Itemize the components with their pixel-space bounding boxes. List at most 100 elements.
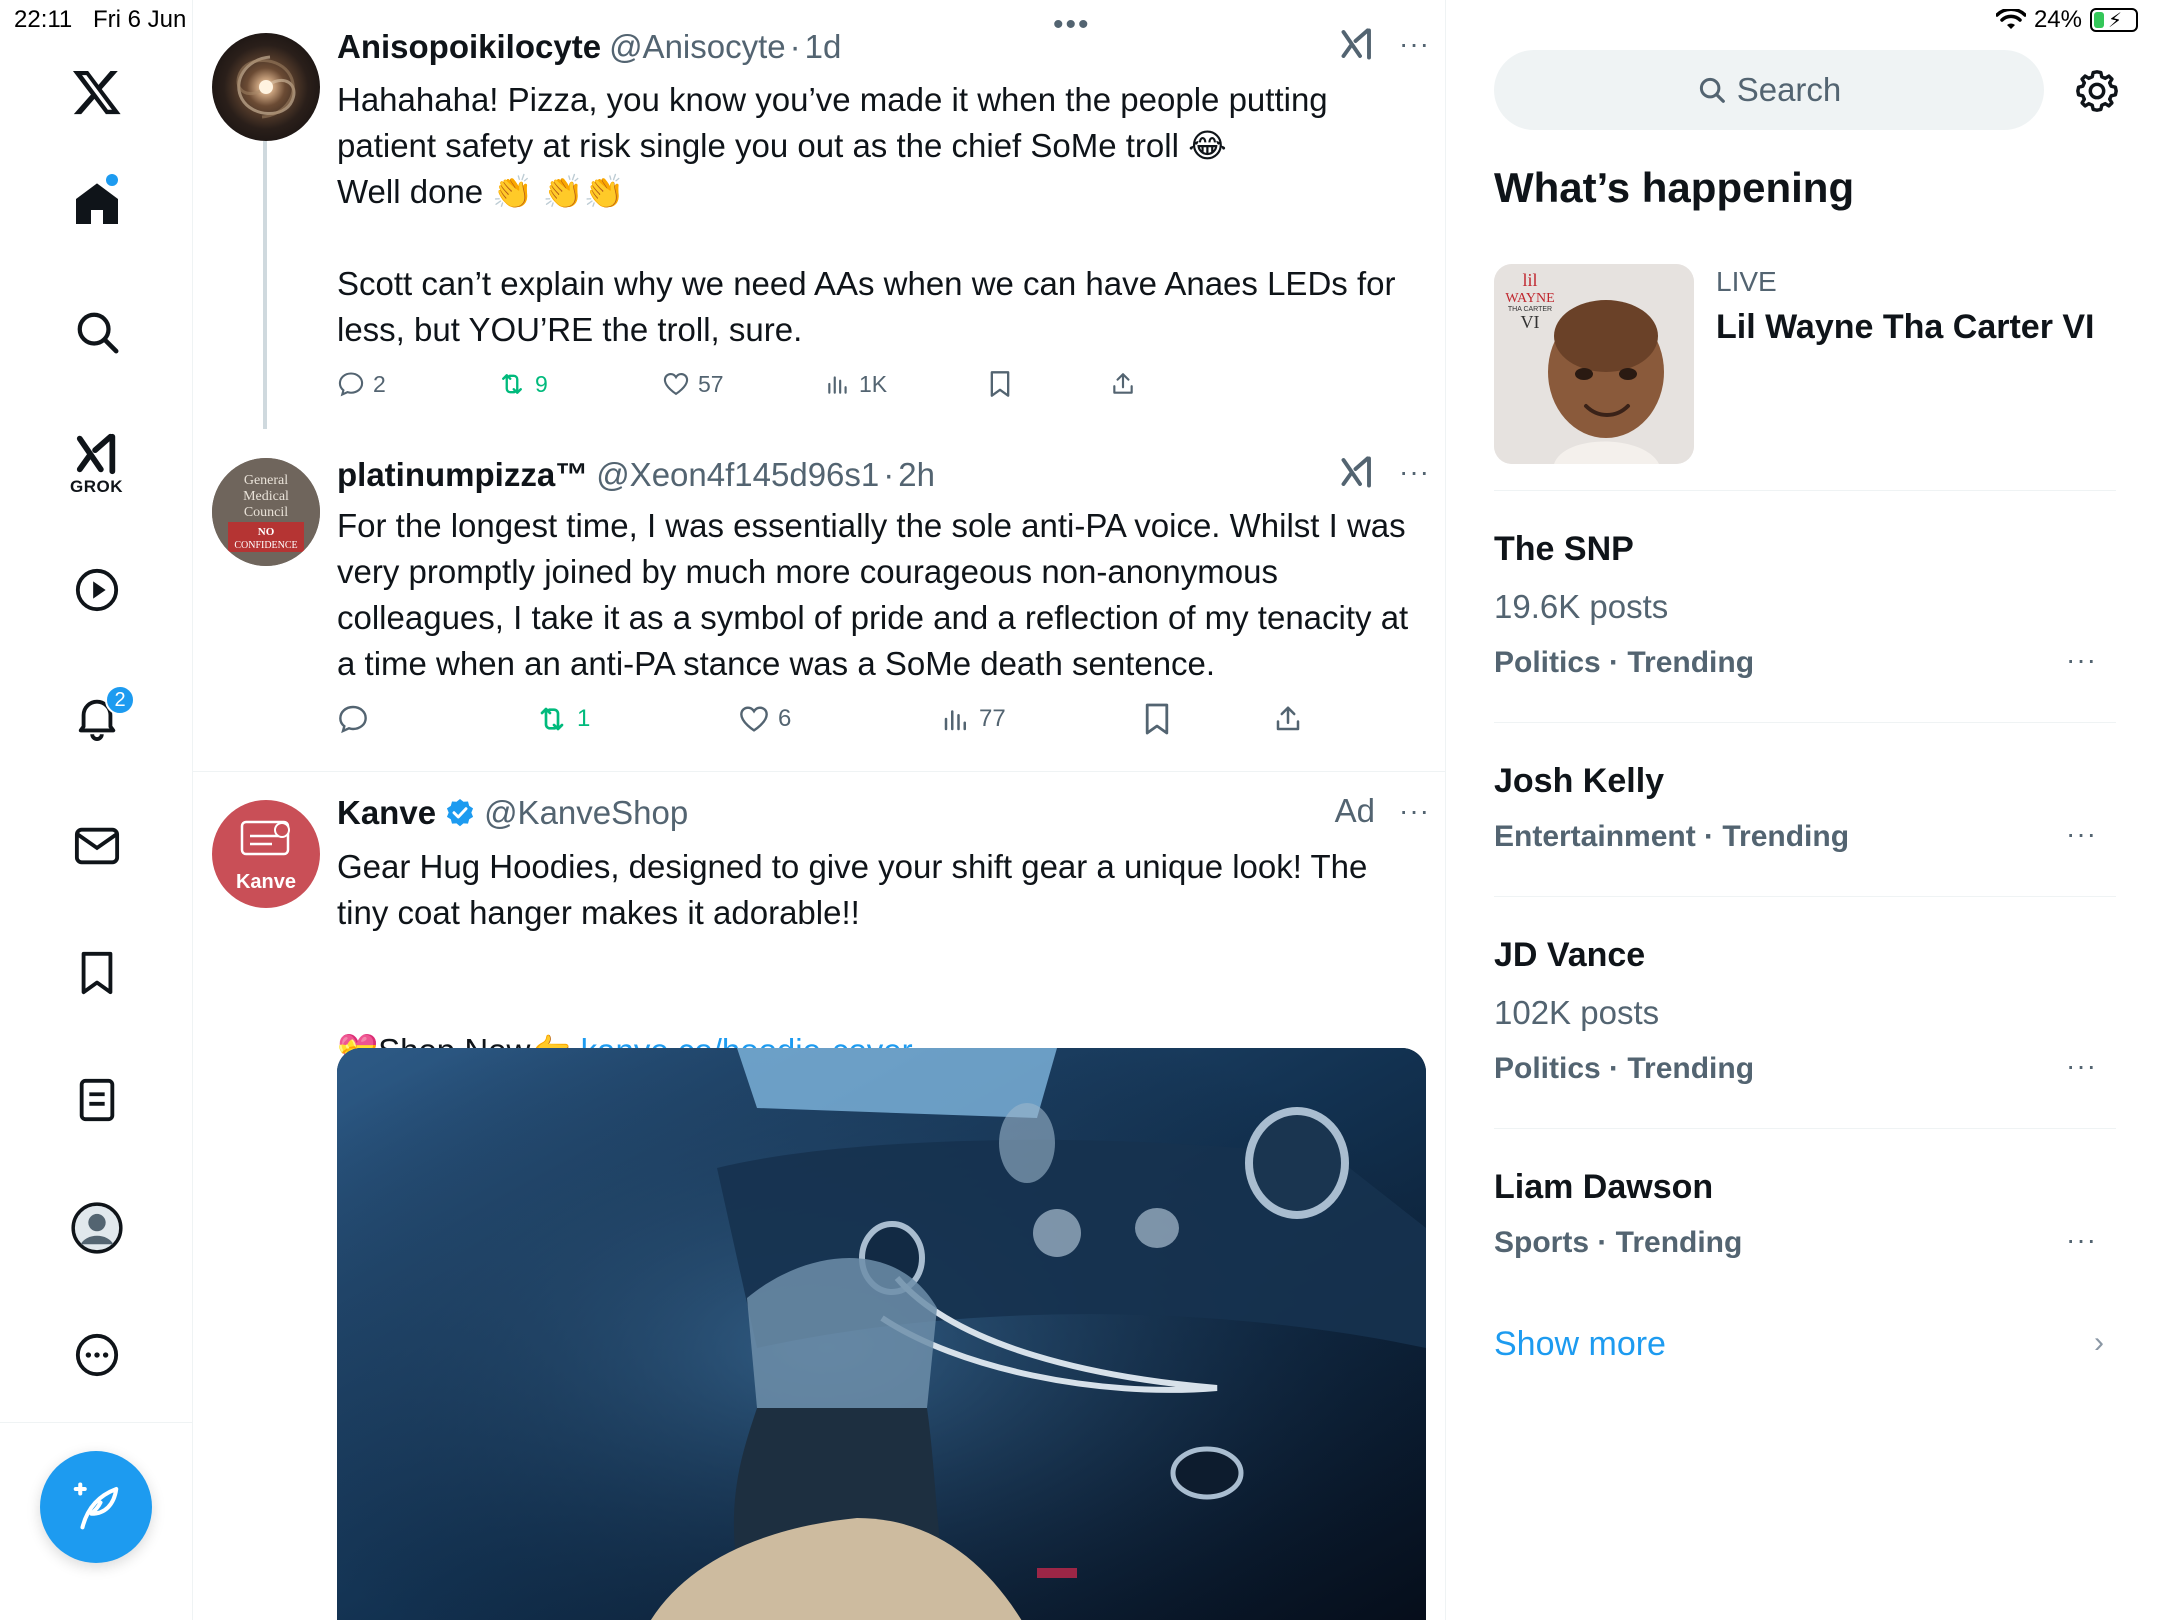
like-count: 6 [778,705,792,732]
live-event-image: lil WAYNE THA CARTER VI [1494,264,1694,464]
search-icon [77,312,118,354]
views-icon [828,376,847,394]
show-more-link[interactable]: Show more [1494,1325,1666,1364]
author-name[interactable]: Anisopoikilocyte [337,28,601,66]
grok-icon[interactable] [1339,454,1375,490]
author-handle[interactable]: @Xeon4f145d96s1 [596,456,879,494]
sidebar-divider [1494,1128,2116,1129]
author-name[interactable]: Kanve [337,794,436,832]
share-button[interactable] [1273,703,1303,735]
like-button[interactable]: 6 [738,703,941,735]
reply-icon [338,372,364,397]
trend-meta: Politics · Trending [1494,646,1755,679]
gear-icon [2076,70,2118,112]
author-handle[interactable]: @Anisocyte [609,28,786,66]
nav-more[interactable] [0,1323,193,1387]
share-button[interactable] [1110,370,1136,398]
play-icon [75,568,118,612]
nav-home[interactable] [0,172,193,236]
bookmark-icon [1145,703,1169,735]
nav-messages[interactable] [0,814,193,878]
author-name[interactable]: platinumpizza™ [337,456,588,494]
compose-feather-icon [73,1482,119,1530]
like-button[interactable]: 57 [662,370,825,398]
svg-text:General: General [244,473,288,488]
trend-more-icon[interactable]: ··· [2066,644,2097,676]
nav-lists[interactable] [0,1068,193,1132]
nav-bookmarks[interactable] [0,941,193,1005]
more-options-icon[interactable]: ··· [1399,456,1430,488]
tweet[interactable]: Anisopoikilocyte @Anisocyte · 1d ··· Hah… [193,0,1445,429]
like-count: 57 [698,370,724,397]
x-logo[interactable] [0,60,193,124]
sidebar-divider [1494,722,2116,723]
reply-count: 2 [373,370,386,397]
repost-button[interactable]: 9 [497,370,662,398]
heart-icon [740,706,768,732]
heart-icon [663,373,689,396]
settings-button[interactable] [2074,68,2120,119]
author-handle[interactable]: @KanveShop [484,794,688,832]
trend-name: Liam Dawson [1494,1168,1714,1206]
trend-name: The SNP [1494,530,1634,568]
svg-text:Kanve: Kanve [236,871,296,893]
trend-name: Josh Kelly [1494,762,1665,800]
tweet-time[interactable]: 1d [805,28,842,66]
trend-meta: Entertainment · Trending [1494,820,1850,853]
nav-grok[interactable]: GROK [0,424,193,504]
svg-text:Council: Council [244,505,288,520]
nav-profile[interactable] [0,1196,193,1260]
trend-posts: 102K posts [1494,994,1660,1031]
views-button[interactable]: 1K [825,371,988,398]
svg-text:Medical: Medical [243,489,289,504]
bookmark-icon [81,951,112,995]
trend-more-icon[interactable]: ··· [2066,1050,2097,1082]
compose-button[interactable] [40,1451,152,1563]
views-count: 77 [979,705,1006,732]
svg-text:WAYNE: WAYNE [1505,291,1554,306]
home-icon [75,183,118,224]
views-button[interactable]: 77 [941,704,1143,734]
bookmark-icon [990,371,1010,397]
trend-meta: Politics · Trending [1494,1052,1755,1085]
avatar[interactable]: General Medical Council NO CONFIDENCE [212,458,320,566]
x-logo-icon [72,70,121,115]
more-circle-icon [75,1333,118,1377]
more-options-icon[interactable]: ··· [1399,795,1430,827]
nav-video[interactable] [0,558,193,622]
search-icon [1699,77,1725,103]
share-icon [1276,706,1300,731]
search-input[interactable]: Search [1494,50,2044,130]
nav-explore[interactable] [0,300,193,364]
repost-button[interactable]: 1 [535,703,738,735]
notifications-badge: 2 [105,685,135,715]
more-options-icon[interactable]: ··· [1399,28,1430,60]
promo-video[interactable] [337,1048,1426,1620]
avatar[interactable]: Kanve [212,800,320,908]
reply-icon [339,705,367,734]
bookmark-button[interactable] [1143,702,1273,736]
tweet-time[interactable]: 2h [898,456,935,494]
tweet-text: Gear Hug Hoodies, designed to give your … [337,848,1368,931]
trend-more-icon[interactable]: ··· [2066,818,2097,850]
right-sidebar: Search What’s happening lil WAYNE THA CA… [1446,0,2160,1620]
reply-button[interactable] [337,703,535,735]
svg-text:NO: NO [258,526,275,538]
tweet[interactable]: General Medical Council NO CONFIDENCE pl… [193,420,1445,770]
bookmark-button[interactable] [988,370,1110,398]
reply-button[interactable]: 2 [337,370,497,398]
svg-text:CONFIDENCE: CONFIDENCE [234,540,297,551]
chevron-right-icon[interactable]: › [2094,1326,2104,1360]
separator: · [789,28,801,65]
repost-icon [540,707,564,731]
trend-more-icon[interactable]: ··· [2066,1224,2097,1256]
trend-meta: Sports · Trending [1494,1226,1743,1259]
galaxy-image [236,55,296,119]
repost-count: 1 [577,705,591,732]
grok-icon[interactable] [1339,26,1375,62]
avatar[interactable] [212,33,320,141]
whats-happening-title: What’s happening [1494,164,1855,211]
search-placeholder: Search [1736,71,1842,108]
separator: · [883,456,895,493]
nav-notifications[interactable]: 2 [0,685,193,749]
